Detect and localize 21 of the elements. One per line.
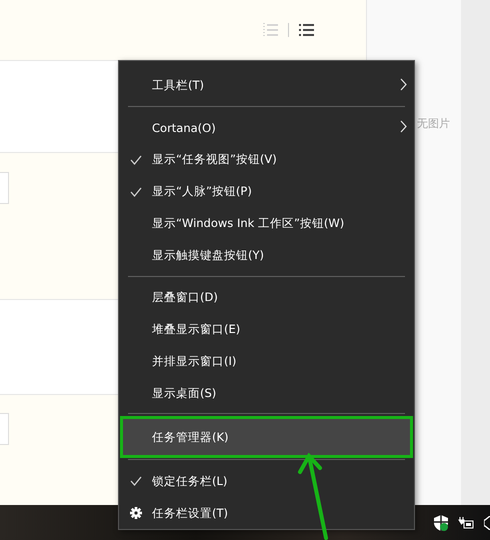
menu-item[interactable]: 显示触摸键盘按钮(Y) (119, 240, 414, 272)
no-image-text: 无图片 (417, 116, 451, 131)
menu-item[interactable]: 堆叠显示窗口(E) (119, 313, 414, 346)
speaker-icon[interactable] (484, 516, 490, 530)
menu-item[interactable]: Cortana(O) (119, 112, 414, 144)
list-icon[interactable] (299, 22, 314, 38)
menu-item[interactable]: 工具栏(T) (119, 70, 414, 102)
menu-item[interactable]: 并排显示窗口(I) (119, 345, 414, 378)
battery-icon[interactable] (458, 516, 474, 528)
menu-item[interactable]: 锁定任务栏(L) (119, 465, 414, 498)
input-field[interactable] (0, 413, 9, 445)
menu-item[interactable]: 显示“Windows Ink 工作区”按钮(W) (119, 208, 414, 240)
shield-icon[interactable] (434, 514, 448, 530)
menu-item[interactable]: 显示“人脉”按钮(P) (119, 176, 414, 208)
settings-icon (130, 507, 142, 520)
menu-item[interactable]: 任务管理器(K) (123, 419, 410, 456)
menu-item[interactable]: 层叠窗口(D) (119, 282, 414, 314)
menu-item[interactable]: 显示桌面(S) (119, 377, 414, 410)
menu-item[interactable]: 显示“任务视图”按钮(V) (119, 144, 414, 176)
input-field[interactable] (0, 172, 9, 204)
menu-item[interactable]: 任务栏设置(T) (119, 497, 414, 529)
